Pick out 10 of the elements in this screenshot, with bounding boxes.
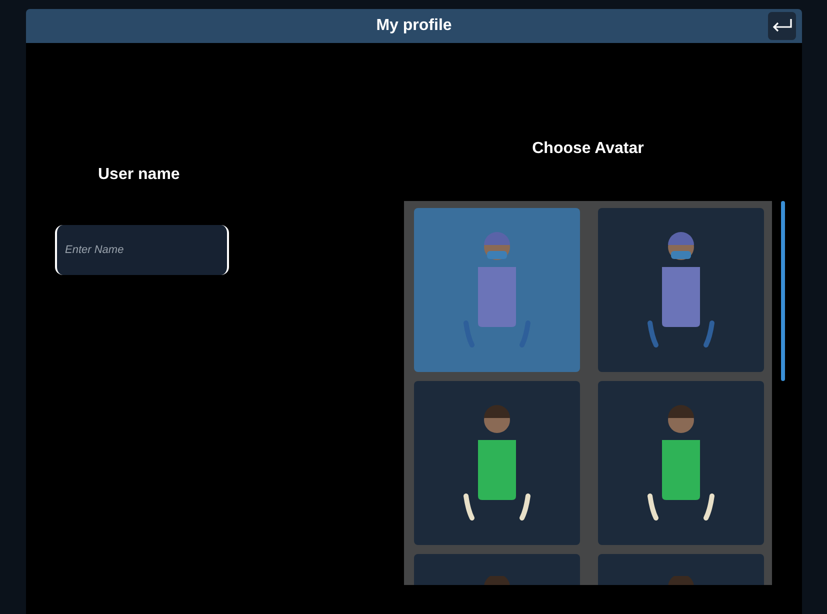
name-input-field[interactable]: Enter Name <box>55 225 229 275</box>
avatar-card[interactable] <box>598 381 764 545</box>
avatar-card[interactable] <box>414 381 580 545</box>
return-arrow-icon <box>771 18 793 34</box>
choose-avatar-title: Choose Avatar <box>532 139 644 159</box>
back-button[interactable] <box>768 12 796 40</box>
avatar-card[interactable] <box>598 208 764 372</box>
user-name-label: User name <box>98 166 180 183</box>
window-title: My profile <box>376 16 452 36</box>
scrollbar[interactable] <box>781 201 785 381</box>
